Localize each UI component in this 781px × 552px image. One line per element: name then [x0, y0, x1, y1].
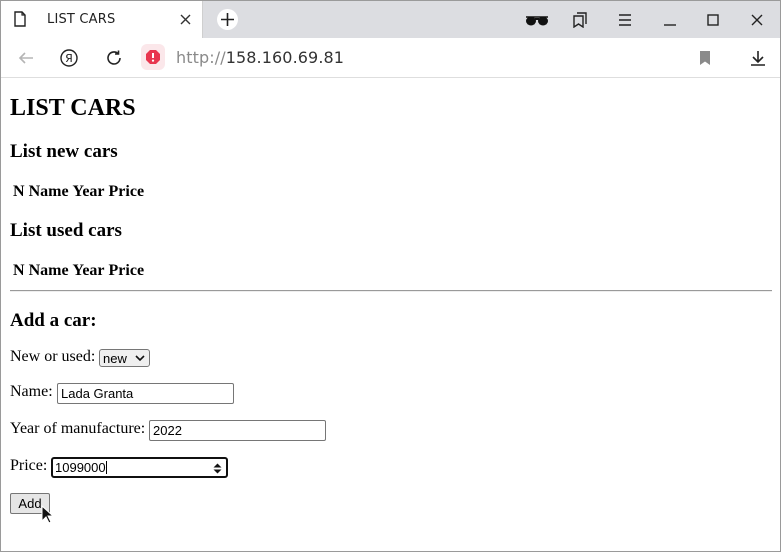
new-cars-table-header: N Name Year Price: [13, 183, 144, 201]
column-header-year: Year: [72, 183, 105, 200]
security-warning-badge[interactable]: [141, 44, 165, 70]
bookmark-icon[interactable]: [696, 49, 714, 67]
column-header-price: Price: [108, 183, 145, 200]
year-label: Year of manufacture:: [10, 420, 146, 437]
chevron-down-icon: [135, 355, 145, 362]
close-tab-icon[interactable]: [179, 13, 192, 26]
name-label: Name:: [10, 383, 53, 400]
name-input[interactable]: Lada Granta: [57, 383, 234, 404]
type-select-value: new: [103, 351, 127, 366]
back-icon[interactable]: [17, 49, 35, 67]
tab-title: LIST CARS: [47, 12, 116, 27]
reader-mode-icon[interactable]: [525, 12, 549, 28]
new-cars-heading: List new cars: [10, 141, 118, 162]
mouse-pointer-icon: [41, 505, 53, 524]
menu-icon[interactable]: [619, 12, 631, 28]
tab-bar: LIST CARS: [1, 1, 780, 38]
close-window-icon[interactable]: [751, 12, 763, 28]
type-label: New or used:: [10, 348, 96, 365]
maximize-icon[interactable]: [707, 12, 719, 28]
url-host: 158.160.69.81: [225, 48, 345, 67]
svg-text:Я: Я: [65, 52, 73, 65]
tab-list-cars[interactable]: LIST CARS: [1, 1, 203, 38]
column-header-n: N: [13, 262, 25, 279]
column-header-n: N: [13, 183, 25, 200]
column-header-name: Name: [28, 183, 69, 200]
price-input[interactable]: 1099000: [51, 457, 228, 478]
browser-window: LIST CARS Я http://158.160.69.81 LIST CA…: [0, 0, 781, 552]
address-bar: Я http://158.160.69.81: [1, 38, 780, 78]
name-input-value: Lada Granta: [61, 386, 134, 401]
used-cars-heading: List used cars: [10, 220, 122, 241]
url-field[interactable]: http://158.160.69.81: [176, 48, 344, 67]
divider: [10, 290, 772, 292]
column-header-name: Name: [28, 262, 69, 279]
new-tab-button[interactable]: [217, 9, 238, 30]
collections-icon[interactable]: [573, 12, 587, 28]
reload-icon[interactable]: [105, 49, 123, 67]
year-input[interactable]: 2022: [149, 420, 326, 441]
yandex-icon[interactable]: Я: [60, 49, 78, 67]
type-select[interactable]: new: [99, 349, 150, 367]
used-cars-table-header: N Name Year Price: [13, 262, 144, 280]
column-header-price: Price: [108, 262, 145, 279]
page-icon: [14, 11, 26, 27]
number-spinner-icon[interactable]: [213, 462, 222, 475]
download-icon[interactable]: [749, 49, 767, 67]
plus-icon: [221, 13, 234, 26]
security-warning-icon: [146, 50, 160, 64]
add-car-heading: Add a car:: [10, 310, 97, 331]
page-title: LIST CARS: [10, 95, 136, 121]
column-header-year: Year: [72, 262, 105, 279]
minimize-icon[interactable]: [664, 12, 676, 28]
price-label: Price:: [10, 457, 48, 474]
year-input-value: 2022: [153, 423, 182, 438]
price-input-value: 1099000: [55, 460, 106, 475]
text-caret: [105, 461, 107, 474]
url-protocol: http://: [176, 48, 226, 67]
